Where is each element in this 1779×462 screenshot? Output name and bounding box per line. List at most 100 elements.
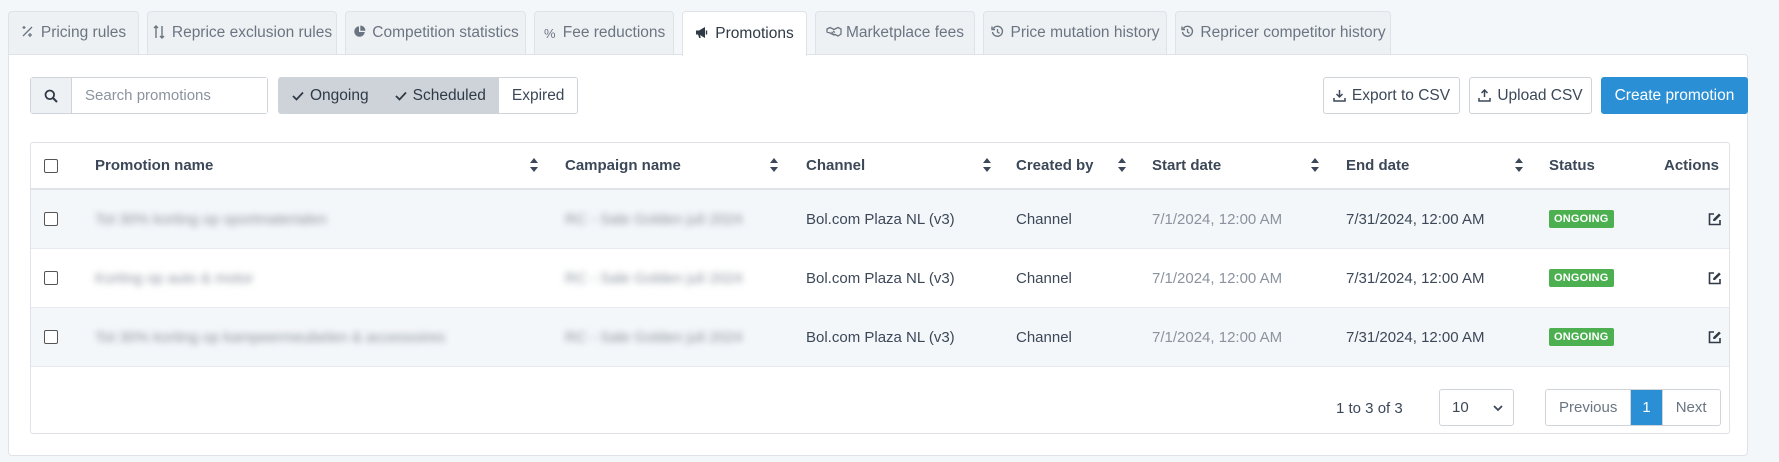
page-size-select[interactable]: 10 (1439, 389, 1514, 426)
tab-price-mutation-history[interactable]: Price mutation history (983, 11, 1167, 54)
next-page-button[interactable]: Next (1661, 390, 1720, 425)
select-all-checkbox[interactable] (44, 158, 58, 173)
filter-label: Scheduled (412, 86, 486, 104)
sort-icon[interactable] (1117, 157, 1127, 173)
search-icon (44, 89, 58, 103)
create-label: Create promotion (1614, 86, 1735, 104)
table-row: Tot 30% korting op kampeermeubelen & acc… (31, 308, 1729, 367)
edit-icon (1708, 213, 1721, 226)
promotion-name: Tot 30% korting op sportmaterialen (95, 210, 327, 228)
created-by: Channel (1016, 328, 1072, 346)
search-box (30, 77, 268, 114)
sort-icon[interactable] (1514, 157, 1524, 173)
chevron-down-icon (1493, 405, 1503, 412)
row-select-cell (44, 190, 58, 248)
tab-reprice-exclusion-rules[interactable]: Reprice exclusion rules (147, 11, 337, 54)
edit-button[interactable] (1708, 308, 1722, 366)
previous-page-button[interactable]: Previous (1546, 390, 1631, 425)
check-icon (292, 88, 304, 104)
sort-icon[interactable] (769, 157, 779, 173)
tab-label: Promotions (715, 25, 794, 42)
megaphone-icon (695, 26, 709, 42)
status-cell: ONGOING (1549, 249, 1614, 307)
history-icon (1180, 25, 1194, 41)
export-csv-button[interactable]: Export to CSV (1323, 77, 1460, 114)
pagination: Previous 1 Next (1545, 389, 1721, 426)
col-start-date[interactable]: Start date (1152, 143, 1221, 188)
filter-label: Expired (511, 86, 565, 104)
col-channel[interactable]: Channel (806, 143, 865, 188)
sort-arrows-icon (152, 24, 166, 42)
handshake-icon (826, 26, 842, 41)
tab-promotions[interactable]: Promotions (682, 11, 807, 56)
check-icon (394, 88, 407, 104)
rule-icon (21, 25, 35, 41)
tab-repricer-competitor-history[interactable]: Repricer competitor history (1175, 11, 1391, 54)
tab-label: Pricing rules (40, 24, 127, 41)
created-by: Channel (1016, 269, 1072, 287)
status-badge: ONGOING (1549, 210, 1614, 228)
upload-label: Upload CSV (1497, 86, 1583, 104)
tab-marketplace-fees[interactable]: Marketplace fees (815, 11, 975, 54)
channel: Bol.com Plaza NL (v3) (806, 328, 955, 346)
status-cell: ONGOING (1549, 308, 1614, 366)
filter-scheduled-button[interactable]: Scheduled (381, 78, 499, 113)
table-row: Tot 30% korting op sportmaterialen RC - … (31, 190, 1729, 249)
upload-csv-button[interactable]: Upload CSV (1469, 77, 1592, 114)
tab-label: Repricer competitor history (1200, 24, 1386, 41)
tab-competition-statistics[interactable]: Competition statistics (345, 11, 526, 54)
col-status: Status (1549, 157, 1595, 174)
filter-label: Ongoing (310, 86, 369, 104)
col-created-by[interactable]: Created by (1016, 143, 1094, 188)
tab-fee-reductions[interactable]: % Fee reductions (534, 11, 674, 54)
filter-expired-button[interactable]: Expired (498, 78, 578, 113)
edit-button[interactable] (1708, 249, 1722, 307)
select-all-cell (44, 143, 58, 188)
end-date: 7/31/2024, 12:00 AM (1346, 269, 1485, 287)
row-checkbox[interactable] (44, 271, 58, 285)
tab-label: Marketplace fees (845, 24, 965, 41)
tab-label: Fee reductions (562, 24, 666, 41)
start-date: 7/1/2024, 12:00 AM (1152, 269, 1283, 287)
percent-icon: % (543, 25, 556, 41)
col-end-date[interactable]: End date (1346, 143, 1409, 188)
search-button[interactable] (31, 78, 72, 113)
campaign-name: RC - Sale Golden juli 2024 (565, 210, 743, 228)
row-select-cell (44, 249, 58, 307)
col-campaign-name[interactable]: Campaign name (565, 143, 681, 188)
page-button-current[interactable]: 1 (1630, 390, 1662, 425)
promotions-panel: Ongoing Scheduled Expired Export to CSV … (8, 54, 1748, 456)
campaign-name: RC - Sale Golden juli 2024 (565, 328, 743, 346)
end-date: 7/31/2024, 12:00 AM (1346, 328, 1485, 346)
search-input[interactable] (72, 78, 267, 113)
start-date: 7/1/2024, 12:00 AM (1152, 328, 1283, 346)
sort-icon[interactable] (529, 157, 539, 173)
create-promotion-button[interactable]: Create promotion (1601, 77, 1748, 114)
edit-icon (1708, 331, 1721, 344)
row-select-cell (44, 308, 58, 366)
upload-icon (1478, 89, 1492, 102)
edit-button[interactable] (1708, 190, 1722, 248)
channel: Bol.com Plaza NL (v3) (806, 210, 955, 228)
tab-label: Price mutation history (1010, 24, 1160, 41)
status-badge: ONGOING (1549, 269, 1614, 287)
download-icon (1333, 90, 1346, 102)
channel: Bol.com Plaza NL (v3) (806, 269, 955, 287)
row-checkbox[interactable] (44, 330, 58, 344)
tab-pricing-rules[interactable]: Pricing rules (8, 11, 139, 54)
row-checkbox[interactable] (44, 212, 58, 226)
promotion-name: Tot 30% korting op kampeermeubelen & acc… (95, 328, 446, 346)
created-by: Channel (1016, 210, 1072, 228)
page-size-value: 10 (1452, 399, 1469, 416)
filter-ongoing-button[interactable]: Ongoing (279, 78, 382, 113)
campaign-name: RC - Sale Golden juli 2024 (565, 269, 743, 287)
edit-icon (1708, 272, 1721, 285)
history-icon (990, 25, 1004, 41)
status-badge: ONGOING (1549, 328, 1614, 346)
col-promotion-name[interactable]: Promotion name (95, 143, 213, 188)
sort-icon[interactable] (982, 157, 992, 173)
status-cell: ONGOING (1549, 190, 1614, 248)
table-row: Korting op auto & motor RC - Sale Golden… (31, 249, 1729, 308)
pie-chart-icon (352, 25, 366, 41)
sort-icon[interactable] (1310, 157, 1320, 173)
